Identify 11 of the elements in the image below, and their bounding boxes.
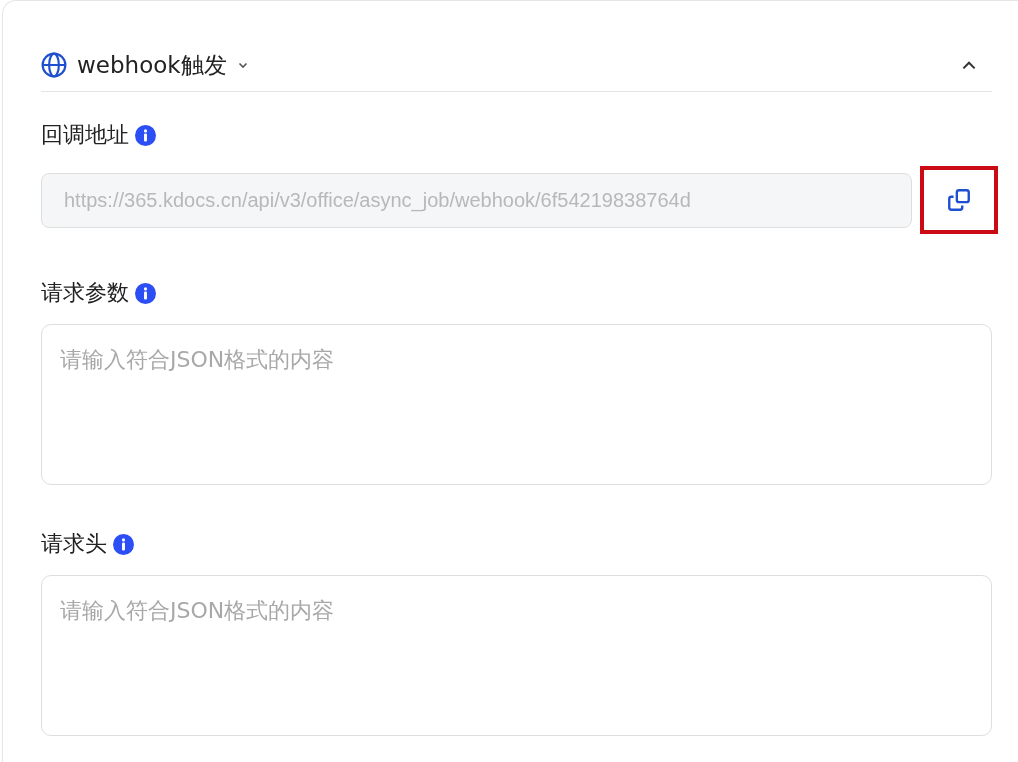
input-field[interactable]: 请输入符合JSON格式的内容 (41, 324, 992, 485)
globe-icon (41, 52, 67, 78)
info-icon[interactable] (113, 533, 134, 555)
input-field[interactable]: 请输入符合JSON格式的内容 (41, 575, 992, 736)
field-label: 请求参数 (41, 279, 129, 307)
trigger-label[interactable]: webhook触发 (77, 49, 227, 81)
info-icon[interactable] (135, 282, 156, 304)
info-icon[interactable] (135, 124, 156, 146)
copy-icon (946, 187, 972, 213)
field-label: 回调地址 (41, 121, 129, 149)
field-label: 请求头 (41, 530, 107, 558)
